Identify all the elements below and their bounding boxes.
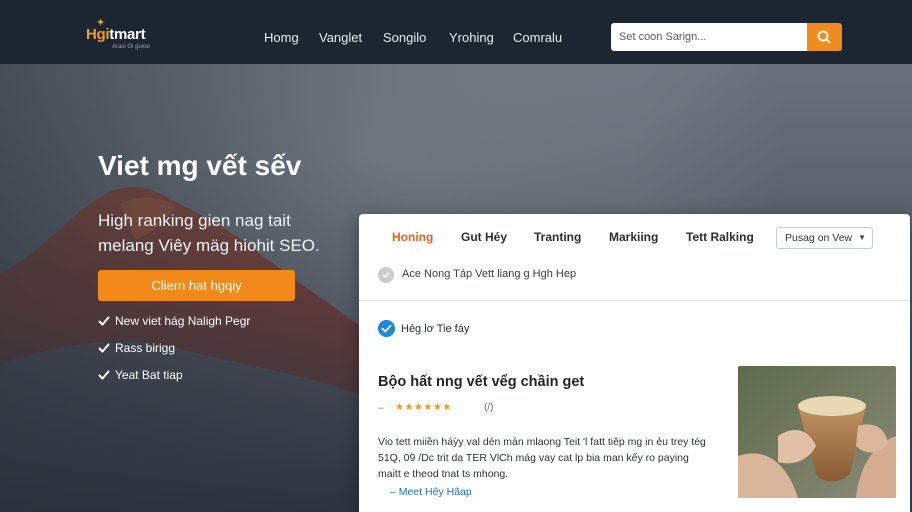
nav-item-homg[interactable]: Homg [264,30,299,45]
star-rating-icon: ★★★★★★ [395,402,452,413]
sort-dropdown-label: Pusag on Vew [785,232,853,244]
hero-title: Viet mg vết sếv [98,150,302,181]
sort-dropdown[interactable]: Pusag on Vew ▼ [776,227,873,249]
logo-text-white: tmart [109,26,146,43]
results-panel: Honing Gut Héy Tranting Markiing Tett Ra… [359,214,910,512]
feature-label: New viet hág Naligh Pegr [115,314,251,328]
top-navigation-bar: ✦ Hgitmart Arasi Gi guioe Homg Vanglet S… [0,0,912,64]
info-icon [378,267,394,283]
logo-text-orange: Hgi [86,26,110,43]
search-button[interactable] [807,23,842,51]
feature-label: Rass birigg [115,341,176,355]
nav-item-yrohing[interactable]: Yrohing [449,30,494,45]
checkmark-icon [98,316,110,326]
tab-gut-hey[interactable]: Gut Héy [461,230,507,244]
search-icon [817,30,831,44]
hero-subtitle: High ranking gien nag tait melang Viêy m… [98,211,320,255]
verified-check-icon [378,320,395,337]
rating-dash: – [378,402,385,414]
read-more-label: Meet Hêy Hãap [398,486,472,498]
rating-count: (/) [484,402,494,413]
read-more-link[interactable]: – Meet Hêy Hãap [390,486,472,498]
search-input[interactable] [611,23,807,51]
search-bar [611,23,842,51]
tab-tranting[interactable]: Tranting [534,230,581,244]
logo-tagline: Arasi Gi guioe [112,44,150,50]
chevron-down-icon: ▼ [858,233,866,242]
tab-markiing[interactable]: Markiing [609,230,658,244]
checkmark-icon [98,343,110,353]
verified-label: Hég lơ Tie fáy [401,323,470,335]
result-title[interactable]: Bộo hất nng vết vểg chầin get [378,374,584,390]
nav-item-comralu[interactable]: Comralu [513,30,562,45]
breadcrumb-text: Ace Nong Táp Vett liang g Hgh Hep [402,268,577,280]
checkmark-icon [98,370,110,380]
result-description: Vio tett miiền háỳy val dén mán mlaong T… [378,436,706,480]
result-thumbnail-image[interactable] [738,366,896,498]
section-divider [359,300,910,301]
logo-wordmark: Hgitmart [86,26,146,43]
nav-item-songilo[interactable]: Songilo [383,30,426,45]
brand-logo[interactable]: ✦ Hgitmart Arasi Gi guioe [86,14,176,54]
cta-button[interactable]: Cliern hat hgqiy [98,270,295,301]
results-tabs: Honing Gut Héy Tranting Markiing Tett Ra… [359,214,910,260]
feature-label: Yeat Bat tiap [115,368,183,382]
nav-item-vanglet[interactable]: Vanglet [319,30,362,45]
tab-honing[interactable]: Honing [392,230,433,244]
tab-tett-ralking[interactable]: Tett Ralking [686,230,754,244]
